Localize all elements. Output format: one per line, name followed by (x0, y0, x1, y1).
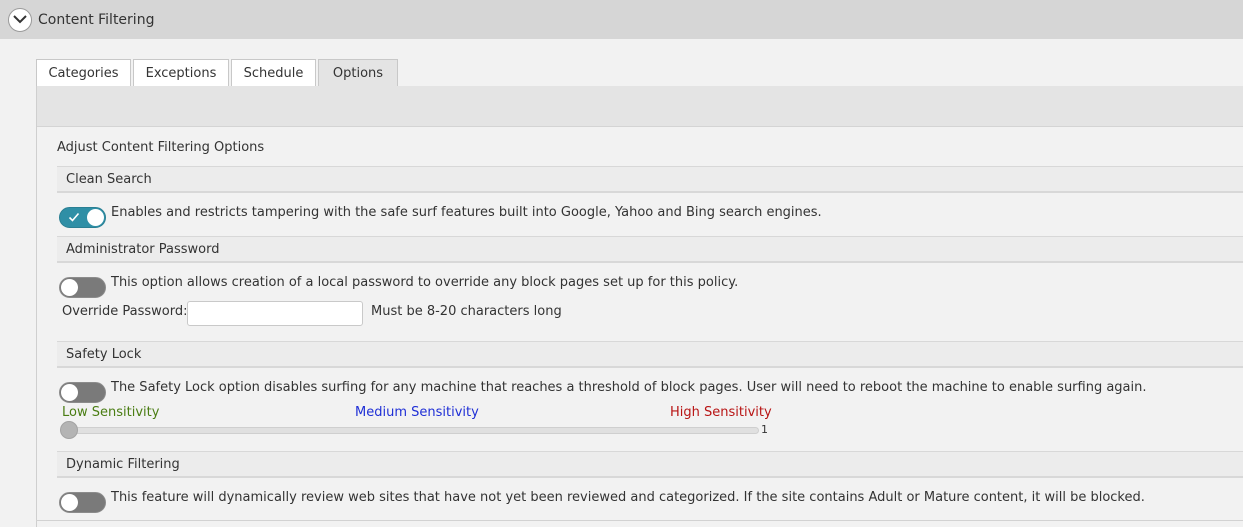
tab-content-strip (37, 86, 1243, 127)
tab-label: Categories (48, 65, 119, 81)
header-title: Content Filtering (38, 11, 155, 28)
panel-title: Adjust Content Filtering Options (57, 140, 265, 155)
admin-password-toggle[interactable] (59, 277, 106, 298)
tab-categories[interactable]: Categories (36, 59, 131, 86)
section-header-bar[interactable]: Content Filtering (0, 0, 1243, 39)
tab-schedule[interactable]: Schedule (231, 59, 316, 86)
override-password-hint: Must be 8-20 characters long (371, 304, 562, 319)
chevron-down-icon[interactable] (8, 7, 32, 32)
section-dynamic-filtering: Dynamic Filtering (57, 451, 1243, 478)
sensitivity-slider-handle[interactable] (60, 421, 78, 439)
tab-options[interactable]: Options (318, 59, 398, 86)
tab-exceptions[interactable]: Exceptions (133, 59, 229, 86)
safety-lock-description: The Safety Lock option disables surfing … (111, 380, 1147, 395)
safety-lock-toggle[interactable] (59, 382, 106, 403)
sensitivity-slider-value: 1 (761, 423, 768, 436)
dynamic-filtering-description: This feature will dynamically review web… (111, 490, 1145, 505)
panel-bottom-border (36, 520, 1243, 521)
clean-search-description: Enables and restricts tampering with the… (111, 205, 822, 220)
section-clean-search: Clean Search (57, 166, 1243, 193)
toggle-knob (87, 209, 104, 226)
panel-left-border (36, 86, 37, 527)
high-sensitivity-label: High Sensitivity (670, 405, 772, 420)
sensitivity-slider-track[interactable] (62, 427, 759, 434)
low-sensitivity-label: Low Sensitivity (62, 405, 160, 420)
dynamic-filtering-toggle[interactable] (59, 492, 106, 513)
tab-label: Schedule (243, 65, 304, 81)
clean-search-toggle[interactable] (59, 207, 106, 228)
override-password-input[interactable] (187, 301, 363, 326)
admin-password-description: This option allows creation of a local p… (111, 275, 739, 290)
toggle-knob (61, 279, 78, 296)
section-safety-lock: Safety Lock (57, 341, 1243, 368)
check-icon (68, 212, 80, 222)
tab-label: Options (332, 65, 384, 81)
tab-bar: Categories Exceptions Schedule Options (36, 59, 400, 86)
tab-label: Exceptions (145, 65, 217, 81)
toggle-knob (61, 384, 78, 401)
section-administrator-password: Administrator Password (57, 236, 1243, 263)
override-password-label: Override Password: (62, 304, 188, 319)
toggle-knob (61, 494, 78, 511)
medium-sensitivity-label: Medium Sensitivity (355, 405, 479, 420)
